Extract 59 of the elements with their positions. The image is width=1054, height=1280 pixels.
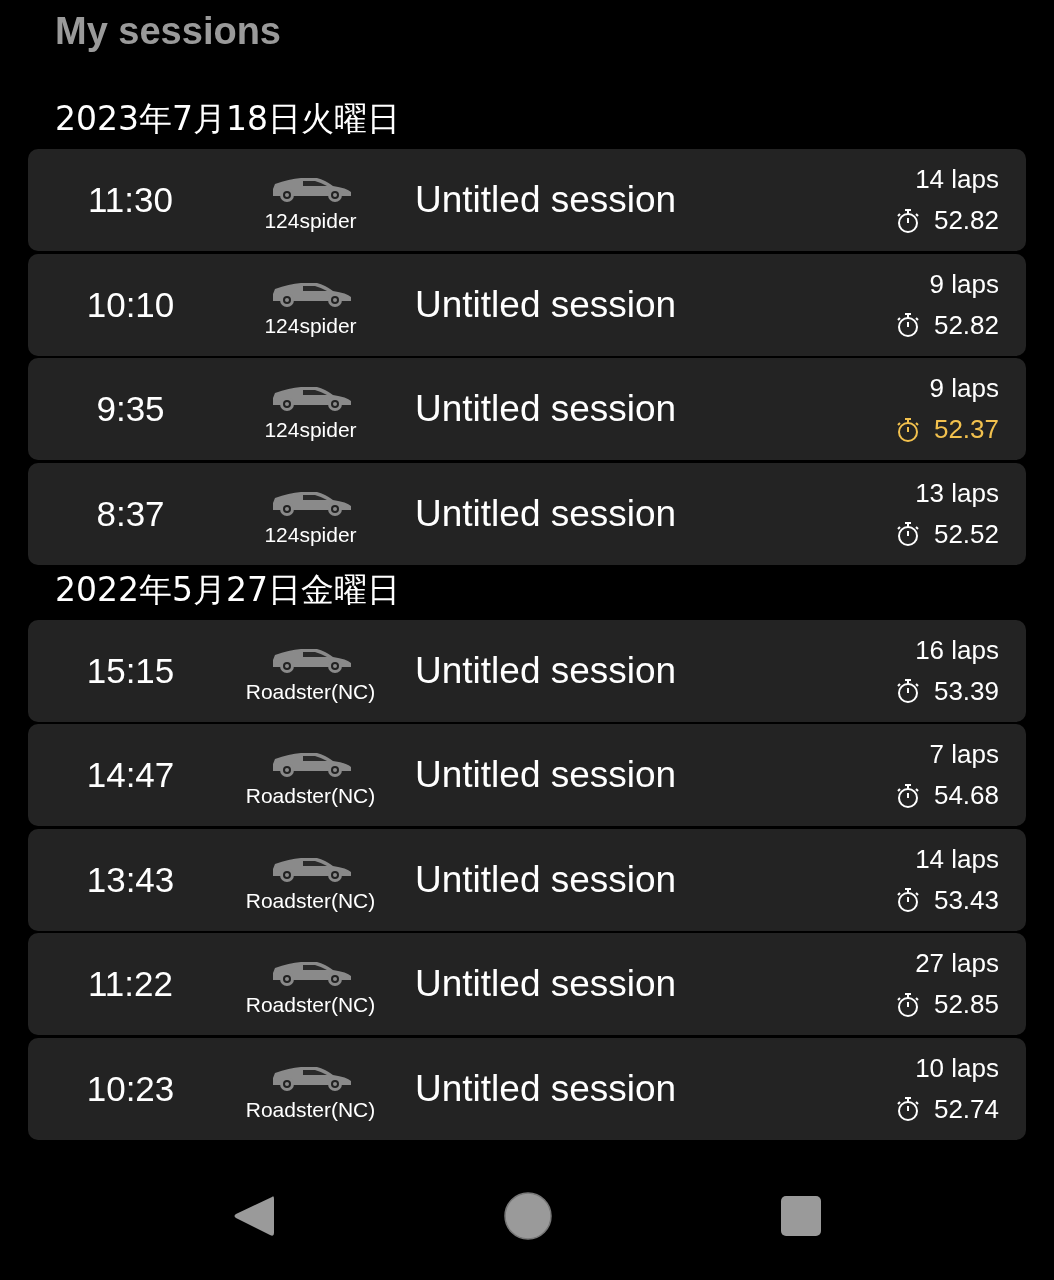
lap-count: 14 laps bbox=[915, 164, 999, 195]
session-name: Untitled session bbox=[414, 492, 678, 535]
best-lap-time: 54.68 bbox=[933, 780, 999, 811]
car-name: 124spider bbox=[264, 522, 357, 547]
session-card[interactable]: 11:30 124spider Untitled session 14 laps 52.82 bbox=[28, 149, 1026, 251]
session-time: 11:22 bbox=[87, 964, 174, 1004]
car-name: 124spider bbox=[264, 209, 357, 233]
lap-count: 16 laps bbox=[915, 634, 999, 666]
session-card[interactable]: 8:37 124spider Untitled session 13 laps 52.52 bbox=[28, 462, 1026, 565]
lap-count: 13 laps bbox=[915, 477, 999, 509]
lap-count: 9 laps bbox=[929, 373, 999, 404]
car-name: Roadster(NC) bbox=[245, 784, 376, 808]
session-name: Untitled session bbox=[414, 1067, 678, 1110]
best-lap-time: 53.39 bbox=[933, 675, 999, 707]
session-name: Untitled session bbox=[414, 388, 678, 430]
best-lap-time: 52.82 bbox=[933, 205, 999, 236]
best-lap-time: 52.37 bbox=[933, 414, 999, 445]
session-time: 14:47 bbox=[85, 755, 176, 795]
session-name: Untitled session bbox=[414, 754, 678, 796]
session-card[interactable]: 10:10 124spider Untitled session 9 laps 52.82 bbox=[28, 253, 1026, 356]
session-time: 15:15 bbox=[85, 650, 176, 691]
recents-icon[interactable] bbox=[780, 1195, 822, 1237]
session-time: 10:10 bbox=[85, 284, 176, 325]
best-lap-time: 52.82 bbox=[933, 309, 999, 341]
session-name: Untitled session bbox=[414, 963, 678, 1005]
session-card[interactable]: 9:35 124spider Untitled session 9 laps 52.37 bbox=[28, 358, 1026, 460]
car-name: Roadster(NC) bbox=[245, 993, 376, 1017]
session-name: Untitled session bbox=[414, 283, 678, 326]
lap-count: 27 laps bbox=[915, 948, 999, 979]
best-lap-time: 52.52 bbox=[933, 518, 999, 550]
date-header: 2022年5月27日金曜日 bbox=[54, 568, 401, 611]
lap-count: 9 laps bbox=[929, 268, 999, 300]
car-name: 124spider bbox=[264, 418, 357, 442]
page-title: My sessions bbox=[54, 9, 282, 54]
car-name: 124spider bbox=[264, 313, 357, 338]
session-card[interactable]: 10:23 Roadster(NC) Untitled session 10 laps 52.74 bbox=[28, 1037, 1026, 1140]
session-time: 10:23 bbox=[85, 1068, 176, 1109]
session-time: 11:30 bbox=[87, 180, 174, 220]
session-name: Untitled session bbox=[414, 649, 678, 692]
best-lap-time: 52.85 bbox=[933, 989, 999, 1020]
lap-count: 14 laps bbox=[915, 843, 999, 875]
session-time: 13:43 bbox=[85, 859, 176, 900]
session-time: 8:37 bbox=[95, 493, 166, 534]
lap-count: 10 laps bbox=[915, 1052, 999, 1084]
home-icon[interactable] bbox=[503, 1191, 553, 1241]
session-card[interactable]: 11:22 Roadster(NC) Untitled session 27 laps 52.85 bbox=[28, 933, 1026, 1035]
car-name: Roadster(NC) bbox=[245, 888, 376, 913]
session-name: Untitled session bbox=[414, 179, 678, 221]
session-time: 9:35 bbox=[95, 389, 166, 429]
car-name: Roadster(NC) bbox=[245, 679, 376, 704]
session-card[interactable]: 13:43 Roadster(NC) Untitled session 14 laps 53.43 bbox=[28, 828, 1026, 931]
car-name: Roadster(NC) bbox=[245, 1097, 376, 1122]
date-header: 2023年7月18日火曜日 bbox=[54, 98, 401, 140]
best-lap-time: 53.43 bbox=[933, 884, 999, 916]
best-lap-time: 52.74 bbox=[933, 1093, 999, 1125]
session-name: Untitled session bbox=[414, 858, 678, 901]
session-card[interactable]: 15:15 Roadster(NC) Untitled session 16 laps 53.39 bbox=[28, 619, 1026, 722]
session-card[interactable]: 14:47 Roadster(NC) Untitled session 7 laps 54.68 bbox=[28, 724, 1026, 826]
lap-count: 7 laps bbox=[929, 739, 999, 770]
